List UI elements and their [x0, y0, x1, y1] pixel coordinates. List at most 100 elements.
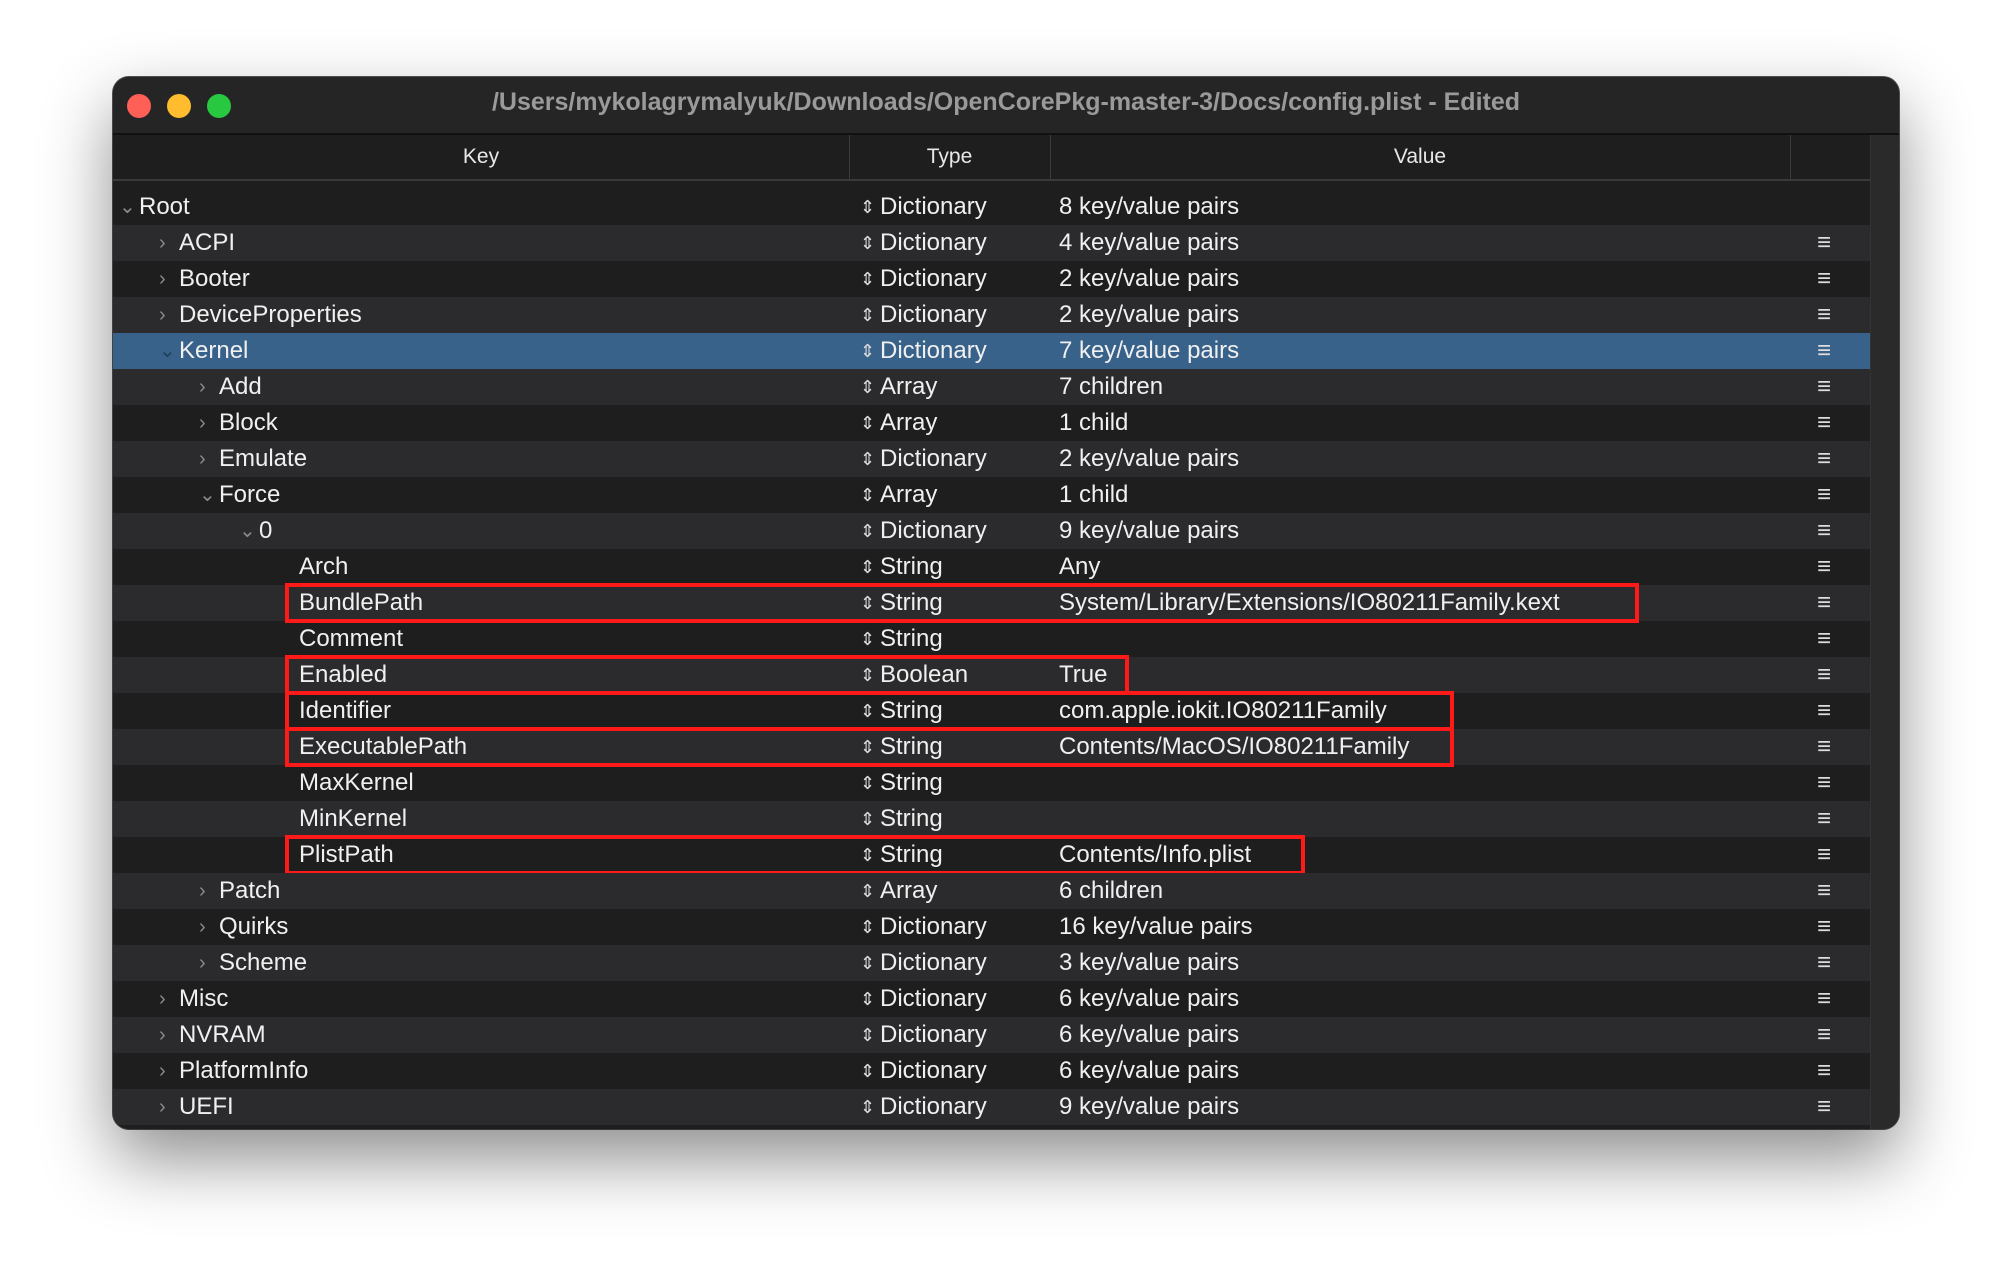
row-type[interactable]: Array — [880, 477, 937, 513]
chevron-down-icon[interactable]: ⌄ — [159, 333, 176, 369]
row-type[interactable]: Dictionary — [880, 225, 987, 261]
type-stepper-icon[interactable]: ⇕ — [860, 981, 875, 1017]
row-value[interactable]: 2 key/value pairs — [1059, 441, 1239, 477]
row-value[interactable]: Any — [1059, 549, 1100, 585]
row-type[interactable]: String — [880, 693, 943, 729]
chevron-right-icon[interactable]: › — [159, 1089, 166, 1125]
row-key[interactable]: ExecutablePath — [299, 729, 467, 765]
chevron-right-icon[interactable]: › — [159, 261, 166, 297]
row-menu-icon[interactable]: ≡ — [1817, 801, 1831, 837]
row-key[interactable]: ACPI — [179, 225, 235, 261]
row-value[interactable]: 1 child — [1059, 477, 1128, 513]
row-menu-icon[interactable]: ≡ — [1817, 1089, 1831, 1125]
row-key[interactable]: PlatformInfo — [179, 1053, 308, 1089]
row-value[interactable]: 9 key/value pairs — [1059, 1089, 1239, 1125]
vertical-scrollbar[interactable] — [1870, 135, 1899, 1129]
table-row[interactable]: MaxKernel⇕String≡ — [113, 765, 1870, 801]
row-menu-icon[interactable]: ≡ — [1817, 657, 1831, 693]
row-type[interactable]: Dictionary — [880, 1017, 987, 1053]
chevron-right-icon[interactable]: › — [159, 981, 166, 1017]
type-stepper-icon[interactable]: ⇕ — [860, 693, 875, 729]
row-value[interactable]: 6 key/value pairs — [1059, 1017, 1239, 1053]
table-row[interactable]: Identifier⇕Stringcom.apple.iokit.IO80211… — [113, 693, 1870, 729]
chevron-right-icon[interactable]: › — [159, 297, 166, 333]
row-type[interactable]: Dictionary — [880, 297, 987, 333]
column-header-value[interactable]: Value — [1050, 135, 1791, 179]
table-row[interactable]: › Emulate ⇕Dictionary 2 key/value pairs ≡ — [113, 441, 1870, 477]
table-row[interactable]: ›Booter⇕Dictionary2 key/value pairs≡ — [113, 261, 1870, 297]
row-type[interactable]: Dictionary — [880, 945, 987, 981]
row-type[interactable]: String — [880, 549, 943, 585]
row-menu-icon[interactable]: ≡ — [1817, 585, 1831, 621]
row-menu-icon[interactable]: ≡ — [1817, 981, 1831, 1017]
row-key[interactable]: MinKernel — [299, 801, 407, 837]
row-value[interactable]: Contents/MacOS/IO80211Family — [1059, 729, 1409, 765]
table-row[interactable]: MinKernel⇕String≡ — [113, 801, 1870, 837]
row-value[interactable]: 4 key/value pairs — [1059, 225, 1239, 261]
table-row[interactable]: ›NVRAM⇕Dictionary6 key/value pairs≡ — [113, 1017, 1870, 1053]
table-row[interactable]: ›Scheme⇕Dictionary3 key/value pairs≡ — [113, 945, 1870, 981]
table-row[interactable]: Arch ⇕String Any ≡ — [113, 549, 1870, 585]
column-header-type[interactable]: Type — [849, 135, 1051, 179]
row-value[interactable]: 16 key/value pairs — [1059, 909, 1252, 945]
chevron-right-icon[interactable]: › — [199, 945, 206, 981]
row-type[interactable]: Dictionary — [880, 441, 987, 477]
table-row[interactable]: ⌄Force ⇕Array 1 child ≡ — [113, 477, 1870, 513]
row-menu-icon[interactable]: ≡ — [1817, 441, 1831, 477]
row-key[interactable]: Quirks — [219, 909, 288, 945]
chevron-down-icon[interactable]: ⌄ — [239, 513, 256, 549]
type-stepper-icon[interactable]: ⇕ — [860, 441, 875, 477]
row-key[interactable]: PlistPath — [299, 837, 394, 873]
chevron-right-icon[interactable]: › — [199, 369, 206, 405]
chevron-right-icon[interactable]: › — [159, 1053, 166, 1089]
row-key[interactable]: Emulate — [219, 441, 307, 477]
row-menu-icon[interactable]: ≡ — [1817, 333, 1831, 369]
row-key[interactable]: UEFI — [179, 1089, 234, 1125]
type-stepper-icon[interactable]: ⇕ — [860, 585, 875, 621]
row-key[interactable]: Comment — [299, 621, 403, 657]
chevron-right-icon[interactable]: › — [199, 873, 206, 909]
type-stepper-icon[interactable]: ⇕ — [860, 333, 875, 369]
row-type[interactable]: Dictionary — [880, 333, 987, 369]
row-key[interactable]: 0 — [259, 513, 272, 549]
row-menu-icon[interactable]: ≡ — [1817, 261, 1831, 297]
row-menu-icon[interactable]: ≡ — [1817, 549, 1831, 585]
row-value[interactable]: True — [1059, 657, 1107, 693]
type-stepper-icon[interactable]: ⇕ — [860, 369, 875, 405]
chevron-right-icon[interactable]: › — [199, 405, 206, 441]
chevron-down-icon[interactable]: ⌄ — [199, 477, 216, 513]
type-stepper-icon[interactable]: ⇕ — [860, 549, 875, 585]
table-row[interactable]: Enabled⇕BooleanTrue≡ — [113, 657, 1870, 693]
table-row[interactable]: ›ACPI⇕Dictionary4 key/value pairs≡ — [113, 225, 1870, 261]
type-stepper-icon[interactable]: ⇕ — [860, 945, 875, 981]
row-value[interactable]: 1 child — [1059, 405, 1128, 441]
row-key[interactable]: Root — [139, 189, 190, 225]
chevron-right-icon[interactable]: › — [159, 225, 166, 261]
type-stepper-icon[interactable]: ⇕ — [860, 189, 875, 225]
row-value[interactable]: 7 children — [1059, 369, 1163, 405]
row-key[interactable]: BundlePath — [299, 585, 423, 621]
table-row[interactable]: ExecutablePath⇕StringContents/MacOS/IO80… — [113, 729, 1870, 765]
table-row[interactable]: ⌄Kernel⇕Dictionary7 key/value pairs≡ — [113, 333, 1870, 369]
row-menu-icon[interactable]: ≡ — [1817, 945, 1831, 981]
row-key[interactable]: Patch — [219, 873, 280, 909]
row-menu-icon[interactable]: ≡ — [1817, 477, 1831, 513]
row-value[interactable]: 9 key/value pairs — [1059, 513, 1239, 549]
type-stepper-icon[interactable]: ⇕ — [860, 261, 875, 297]
chevron-down-icon[interactable]: ⌄ — [119, 189, 136, 225]
row-menu-icon[interactable]: ≡ — [1817, 1053, 1831, 1089]
row-type[interactable]: Dictionary — [880, 261, 987, 297]
type-stepper-icon[interactable]: ⇕ — [860, 477, 875, 513]
table-row[interactable]: Comment⇕String≡ — [113, 621, 1870, 657]
table-row[interactable]: ›Add⇕Array7 children≡ — [113, 369, 1870, 405]
row-key[interactable]: Block — [219, 405, 278, 441]
row-key[interactable]: MaxKernel — [299, 765, 414, 801]
row-key[interactable]: Force — [219, 477, 280, 513]
table-row[interactable]: ›UEFI⇕Dictionary9 key/value pairs≡ — [113, 1089, 1870, 1125]
row-type[interactable]: Dictionary — [880, 189, 987, 225]
row-menu-icon[interactable]: ≡ — [1817, 621, 1831, 657]
row-key[interactable]: Arch — [299, 549, 348, 585]
row-value[interactable]: com.apple.iokit.IO80211Family — [1059, 693, 1387, 729]
chevron-right-icon[interactable]: › — [199, 441, 206, 477]
row-menu-icon[interactable]: ≡ — [1817, 297, 1831, 333]
